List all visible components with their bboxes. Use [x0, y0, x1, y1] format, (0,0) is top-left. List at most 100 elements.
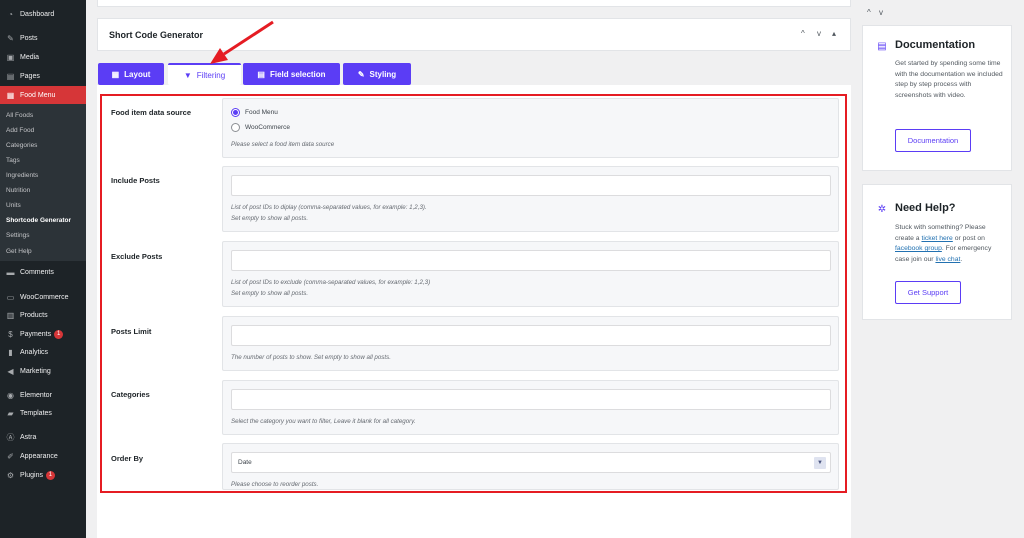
move-down-button[interactable]: v [817, 29, 821, 38]
comments-icon: ▬ [6, 267, 15, 277]
sidebar-item-astra[interactable]: Ⓐ Astra [0, 428, 86, 446]
exclude-posts-input[interactable] [231, 250, 831, 271]
help-text: Stuck with something? Please create a ti… [895, 223, 1005, 265]
include-posts-hint-2: Set empty to show all posts. [231, 215, 309, 222]
brush-icon: ✎ [357, 69, 365, 79]
notification-badge: 1 [54, 329, 64, 339]
tab-styling[interactable]: ✎ Styling [343, 63, 411, 85]
document-icon: ▤ [877, 40, 887, 52]
sidebar-item-label: Templates [20, 409, 52, 417]
sidebar-item-food-menu[interactable]: ▦ Food Menu [0, 86, 86, 104]
pin-icon: ✎ [7, 33, 14, 43]
order-by-label: Order By [111, 454, 144, 463]
categories-label: Categories [111, 390, 150, 399]
appearance-icon: ✐ [7, 451, 14, 461]
sidebar-item-label: Astra [20, 433, 37, 441]
help-title: Need Help? [895, 202, 956, 214]
radio-unselected-icon[interactable] [231, 123, 240, 132]
sidebar-item-label: Appearance [20, 452, 58, 460]
sidebar-item-elementor[interactable]: ◉ Elementor [0, 386, 86, 404]
filter-icon: ▼ [183, 70, 192, 80]
sidebar-item-label: Posts [20, 34, 38, 42]
radio-selected-icon[interactable] [231, 108, 240, 117]
radio-option-woocommerce[interactable]: WooCommerce [231, 123, 290, 132]
sidebar-item-label: Products [20, 311, 48, 319]
support-icon: ✲ [877, 203, 887, 215]
order-by-hint: Please choose to reorder posts. [231, 481, 319, 488]
data-source-label: Food item data source [111, 108, 192, 117]
posts-limit-input[interactable] [231, 325, 831, 346]
submenu-item-all-foods[interactable]: All Foods [6, 109, 33, 121]
sidebar-panel-controls[interactable]: ^ v [867, 8, 886, 17]
submenu-item-categories[interactable]: Categories [6, 139, 37, 151]
submenu-item-add-food[interactable]: Add Food [6, 124, 34, 136]
sidebar-item-label: Media [20, 53, 40, 61]
chevron-down-icon[interactable]: ▼ [814, 457, 826, 469]
radio-option-food-menu[interactable]: Food Menu [231, 108, 278, 117]
astra-icon: Ⓐ [6, 432, 15, 442]
pages-icon: ▤ [6, 71, 15, 81]
live-chat-link[interactable]: live chat [935, 256, 960, 263]
documentation-text: Get started by spending some time with t… [895, 60, 1003, 99]
sidebar-item-label: Dashboard [20, 10, 55, 18]
sidebar-submenu: All Foods Add Food Categories Tags Ingre… [0, 104, 86, 261]
exclude-posts-label: Exclude Posts [111, 252, 163, 261]
layout-icon: ▦ [111, 69, 120, 79]
categories-field: Select the category you want to filter, … [222, 380, 839, 435]
categories-input[interactable] [231, 389, 831, 410]
submenu-item-units[interactable]: Units [6, 199, 21, 211]
sidebar-item-media[interactable]: ▣ Media [0, 48, 86, 66]
radio-label: WooCommerce [245, 124, 291, 131]
elementor-icon: ◉ [7, 390, 14, 400]
order-by-field: Date ▼ Please choose to reorder posts. [222, 443, 839, 490]
include-posts-label: Include Posts [111, 176, 160, 185]
sidebar-item-templates[interactable]: ▰ Templates [0, 404, 86, 422]
sidebar-item-woocommerce[interactable]: ▭ WooCommerce [0, 288, 86, 306]
sidebar-item-payments[interactable]: $ Payments 1 [0, 325, 86, 343]
exclude-posts-hint-2: Set empty to show all posts. [231, 290, 309, 297]
submenu-item-nutrition[interactable]: Nutrition [6, 184, 30, 196]
plugins-icon: ⚙ [6, 470, 15, 480]
submenu-item-tags[interactable]: Tags [6, 154, 20, 166]
documentation-card: ▤ Documentation Get started by spending … [862, 25, 1012, 171]
exclude-posts-hint: List of post IDs to exclude (comma-separ… [231, 279, 431, 286]
submenu-item-shortcode-generator[interactable]: Shortcode Generator [6, 214, 71, 226]
include-posts-input[interactable] [231, 175, 831, 196]
help-card: ✲ Need Help? Stuck with something? Pleas… [862, 184, 1012, 320]
facebook-group-link[interactable]: facebook group [895, 245, 942, 252]
submenu-item-get-help[interactable]: Get Help [6, 245, 32, 257]
sidebar-item-comments[interactable]: ▬ Comments [0, 263, 86, 281]
payments-icon: $ [8, 329, 13, 339]
sidebar-item-posts[interactable]: ✎ Posts [0, 29, 86, 47]
documentation-button[interactable]: Documentation [895, 129, 971, 152]
posts-limit-label: Posts Limit [111, 327, 152, 336]
sidebar-item-marketing[interactable]: ◀ Marketing [0, 362, 86, 380]
sidebar-item-appearance[interactable]: ✐ Appearance [0, 447, 86, 465]
sidebar-item-label: Analytics [20, 348, 49, 356]
posts-limit-hint: The number of posts to show. Set empty t… [231, 354, 391, 361]
sidebar-item-label: Food Menu [20, 91, 56, 99]
toggle-panel-button[interactable]: ▴ [832, 29, 836, 38]
submenu-item-settings[interactable]: Settings [6, 229, 30, 241]
sidebar-item-dashboard[interactable]: ◔ Dashboard [0, 5, 86, 23]
submenu-item-ingredients[interactable]: Ingredients [6, 169, 38, 181]
sidebar-item-label: Comments [20, 268, 54, 276]
tab-label: Styling [369, 69, 397, 79]
sidebar-item-analytics[interactable]: ▮ Analytics [0, 343, 86, 361]
products-icon: ▥ [6, 310, 15, 320]
tab-layout[interactable]: ▦ Layout [98, 63, 164, 85]
get-support-button[interactable]: Get Support [895, 281, 961, 304]
order-by-select[interactable]: Date ▼ [231, 452, 831, 473]
notification-badge: 1 [45, 470, 55, 480]
sidebar-item-plugins[interactable]: ⚙ Plugins 1 [0, 466, 86, 484]
sidebar-item-products[interactable]: ▥ Products [0, 306, 86, 324]
include-posts-field: List of post IDs to diplay (comma-separa… [222, 166, 839, 232]
move-up-button[interactable]: ^ [801, 29, 805, 38]
ticket-link[interactable]: ticket here [921, 235, 952, 242]
woocommerce-icon: ▭ [6, 292, 15, 302]
sidebar-item-pages[interactable]: ▤ Pages [0, 67, 86, 85]
sidebar-item-label: Marketing [20, 367, 51, 375]
sidebar-item-label: Pages [20, 72, 40, 80]
media-icon: ▣ [6, 52, 15, 62]
food-menu-icon: ▦ [6, 90, 15, 100]
